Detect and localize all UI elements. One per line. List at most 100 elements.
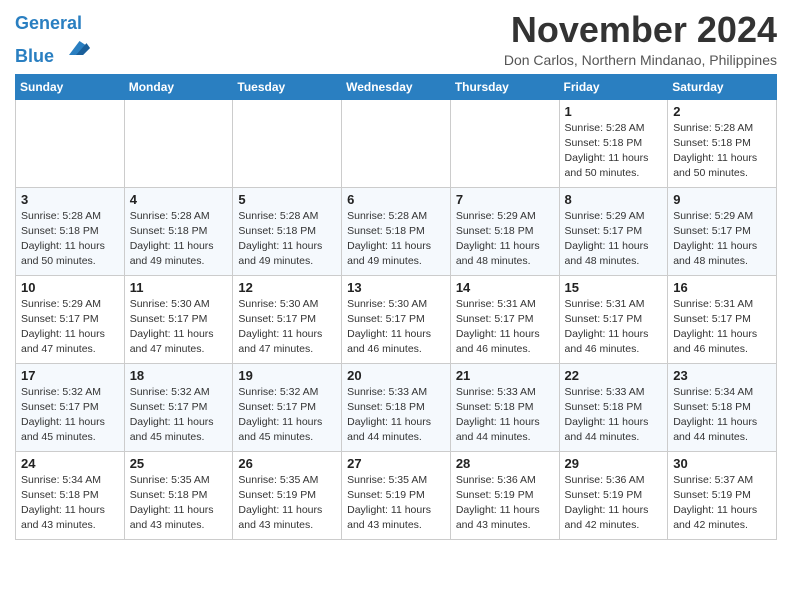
calendar-cell: 12Sunrise: 5:30 AM Sunset: 5:17 PM Dayli… <box>233 275 342 363</box>
day-info: Sunrise: 5:35 AM Sunset: 5:19 PM Dayligh… <box>238 473 336 534</box>
weekday-sunday: Sunday <box>16 74 125 99</box>
calendar-cell: 29 Sunrise: 5:36 AM Sunset: 5:19 PM Dayli… <box>559 451 668 539</box>
day-info: Sunrise: 5:29 AM Sunset: 5:17 PM Dayligh… <box>673 209 771 270</box>
calendar-cell: 20 Sunrise: 5:33 AM Sunset: 5:18 PM Dayli… <box>342 363 451 451</box>
day-number: 27 <box>347 456 445 471</box>
day-number: 26 <box>238 456 336 471</box>
weekday-thursday: Thursday <box>450 74 559 99</box>
logo: General Blue <box>15 14 90 67</box>
day-info: Sunrise: 5:35 AM Sunset: 5:18 PM Dayligh… <box>130 473 228 534</box>
calendar-cell: 13Sunrise: 5:30 AM Sunset: 5:17 PM Dayli… <box>342 275 451 363</box>
day-number: 15 <box>565 280 663 295</box>
day-number: 6 <box>347 192 445 207</box>
day-info: Sunrise: 5:34 AM Sunset: 5:18 PM Dayligh… <box>21 473 119 534</box>
calendar-cell: 1 Sunrise: 5:28 AM Sunset: 5:18 PM Daylig… <box>559 99 668 187</box>
weekday-saturday: Saturday <box>668 74 777 99</box>
day-info: Sunrise: 5:28 AM Sunset: 5:18 PM Dayligh… <box>347 209 445 270</box>
day-info: Sunrise: 5:35 AM Sunset: 5:19 PM Dayligh… <box>347 473 445 534</box>
day-number: 1 <box>565 104 663 119</box>
day-number: 2 <box>673 104 771 119</box>
calendar-cell <box>124 99 233 187</box>
calendar-cell: 8Sunrise: 5:29 AM Sunset: 5:17 PM Daylig… <box>559 187 668 275</box>
calendar-cell: 4Sunrise: 5:28 AM Sunset: 5:18 PM Daylig… <box>124 187 233 275</box>
day-info: Sunrise: 5:36 AM Sunset: 5:19 PM Dayligh… <box>565 473 663 534</box>
calendar-cell: 16Sunrise: 5:31 AM Sunset: 5:17 PM Dayli… <box>668 275 777 363</box>
calendar-cell: 15 Sunrise: 5:31 AM Sunset: 5:17 PM Dayli… <box>559 275 668 363</box>
day-number: 21 <box>456 368 554 383</box>
weekday-friday: Friday <box>559 74 668 99</box>
day-number: 14 <box>456 280 554 295</box>
calendar-body: 1 Sunrise: 5:28 AM Sunset: 5:18 PM Daylig… <box>16 99 777 539</box>
day-number: 7 <box>456 192 554 207</box>
day-info: Sunrise: 5:28 AM Sunset: 5:18 PM Dayligh… <box>565 121 663 182</box>
page-header: General Blue November 2024 Don Carlos, N… <box>15 10 777 68</box>
weekday-monday: Monday <box>124 74 233 99</box>
location: Don Carlos, Northern Mindanao, Philippin… <box>504 52 777 68</box>
calendar-cell: 24 Sunrise: 5:34 AM Sunset: 5:18 PM Dayli… <box>16 451 125 539</box>
day-info: Sunrise: 5:29 AM Sunset: 5:17 PM Dayligh… <box>565 209 663 270</box>
day-info: Sunrise: 5:29 AM Sunset: 5:18 PM Dayligh… <box>456 209 554 270</box>
calendar-cell: 6 Sunrise: 5:28 AM Sunset: 5:18 PM Daylig… <box>342 187 451 275</box>
day-info: Sunrise: 5:33 AM Sunset: 5:18 PM Dayligh… <box>456 385 554 446</box>
calendar-cell: 10 Sunrise: 5:29 AM Sunset: 5:17 PM Dayli… <box>16 275 125 363</box>
day-info: Sunrise: 5:28 AM Sunset: 5:18 PM Dayligh… <box>130 209 228 270</box>
calendar-cell: 2 Sunrise: 5:28 AM Sunset: 5:18 PM Daylig… <box>668 99 777 187</box>
calendar-cell: 3 Sunrise: 5:28 AM Sunset: 5:18 PM Daylig… <box>16 187 125 275</box>
calendar-cell: 14 Sunrise: 5:31 AM Sunset: 5:17 PM Dayli… <box>450 275 559 363</box>
logo-general: General <box>15 13 82 33</box>
title-block: November 2024 Don Carlos, Northern Minda… <box>504 10 777 68</box>
day-number: 24 <box>21 456 119 471</box>
calendar-cell: 9Sunrise: 5:29 AM Sunset: 5:17 PM Daylig… <box>668 187 777 275</box>
calendar-cell: 26 Sunrise: 5:35 AM Sunset: 5:19 PM Dayli… <box>233 451 342 539</box>
calendar-cell: 27 Sunrise: 5:35 AM Sunset: 5:19 PM Dayli… <box>342 451 451 539</box>
calendar-cell <box>342 99 451 187</box>
day-info: Sunrise: 5:32 AM Sunset: 5:17 PM Dayligh… <box>130 385 228 446</box>
day-info: Sunrise: 5:33 AM Sunset: 5:18 PM Dayligh… <box>347 385 445 446</box>
calendar-cell: 5 Sunrise: 5:28 AM Sunset: 5:18 PM Daylig… <box>233 187 342 275</box>
calendar-cell: 18 Sunrise: 5:32 AM Sunset: 5:17 PM Dayli… <box>124 363 233 451</box>
day-number: 10 <box>21 280 119 295</box>
day-number: 29 <box>565 456 663 471</box>
calendar-cell: 22 Sunrise: 5:33 AM Sunset: 5:18 PM Dayli… <box>559 363 668 451</box>
calendar-cell: 30Sunrise: 5:37 AM Sunset: 5:19 PM Dayli… <box>668 451 777 539</box>
day-info: Sunrise: 5:28 AM Sunset: 5:18 PM Dayligh… <box>673 121 771 182</box>
day-number: 25 <box>130 456 228 471</box>
day-number: 5 <box>238 192 336 207</box>
calendar-cell: 17Sunrise: 5:32 AM Sunset: 5:17 PM Dayli… <box>16 363 125 451</box>
day-info: Sunrise: 5:33 AM Sunset: 5:18 PM Dayligh… <box>565 385 663 446</box>
calendar-cell: 28Sunrise: 5:36 AM Sunset: 5:19 PM Dayli… <box>450 451 559 539</box>
day-number: 23 <box>673 368 771 383</box>
calendar-table: SundayMondayTuesdayWednesdayThursdayFrid… <box>15 74 777 540</box>
day-info: Sunrise: 5:30 AM Sunset: 5:17 PM Dayligh… <box>130 297 228 358</box>
day-info: Sunrise: 5:31 AM Sunset: 5:17 PM Dayligh… <box>456 297 554 358</box>
day-number: 18 <box>130 368 228 383</box>
day-number: 19 <box>238 368 336 383</box>
day-info: Sunrise: 5:28 AM Sunset: 5:18 PM Dayligh… <box>238 209 336 270</box>
week-row-3: 10 Sunrise: 5:29 AM Sunset: 5:17 PM Dayli… <box>16 275 777 363</box>
calendar-cell: 23 Sunrise: 5:34 AM Sunset: 5:18 PM Dayli… <box>668 363 777 451</box>
weekday-tuesday: Tuesday <box>233 74 342 99</box>
calendar-header: SundayMondayTuesdayWednesdayThursdayFrid… <box>16 74 777 99</box>
week-row-5: 24 Sunrise: 5:34 AM Sunset: 5:18 PM Dayli… <box>16 451 777 539</box>
day-info: Sunrise: 5:36 AM Sunset: 5:19 PM Dayligh… <box>456 473 554 534</box>
day-number: 22 <box>565 368 663 383</box>
logo-icon <box>62 34 90 62</box>
week-row-2: 3 Sunrise: 5:28 AM Sunset: 5:18 PM Daylig… <box>16 187 777 275</box>
day-number: 3 <box>21 192 119 207</box>
calendar-cell <box>233 99 342 187</box>
day-number: 11 <box>130 280 228 295</box>
day-number: 13 <box>347 280 445 295</box>
day-number: 12 <box>238 280 336 295</box>
week-row-4: 17Sunrise: 5:32 AM Sunset: 5:17 PM Dayli… <box>16 363 777 451</box>
day-info: Sunrise: 5:31 AM Sunset: 5:17 PM Dayligh… <box>565 297 663 358</box>
day-info: Sunrise: 5:28 AM Sunset: 5:18 PM Dayligh… <box>21 209 119 270</box>
day-info: Sunrise: 5:31 AM Sunset: 5:17 PM Dayligh… <box>673 297 771 358</box>
day-number: 20 <box>347 368 445 383</box>
calendar-cell: 21 Sunrise: 5:33 AM Sunset: 5:18 PM Dayli… <box>450 363 559 451</box>
day-info: Sunrise: 5:37 AM Sunset: 5:19 PM Dayligh… <box>673 473 771 534</box>
day-info: Sunrise: 5:29 AM Sunset: 5:17 PM Dayligh… <box>21 297 119 358</box>
month-title: November 2024 <box>504 10 777 50</box>
logo-blue: Blue <box>15 46 54 66</box>
day-info: Sunrise: 5:32 AM Sunset: 5:17 PM Dayligh… <box>238 385 336 446</box>
day-info: Sunrise: 5:34 AM Sunset: 5:18 PM Dayligh… <box>673 385 771 446</box>
